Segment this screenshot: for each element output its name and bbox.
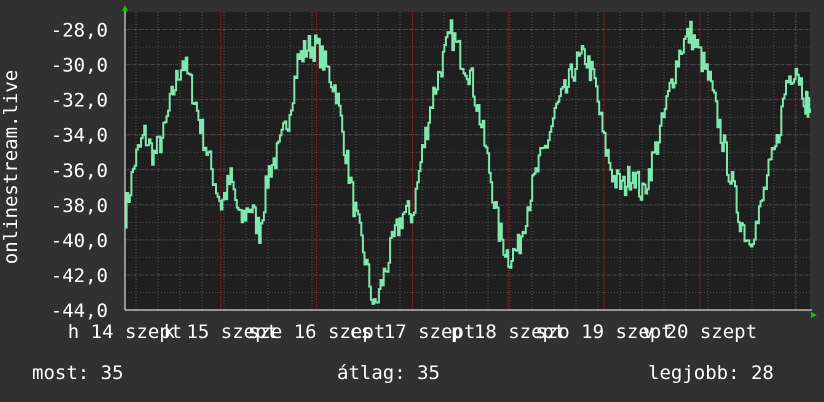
plot-area [125,12,810,310]
y-tick-label: -34,0 [51,125,108,147]
x-axis-ticks: h 14 szeptk 15 szeptsze 16 szeptcs 17 sz… [68,321,757,343]
y-tick-label: -38,0 [51,195,108,217]
average-value: átlag: 35 [337,362,440,384]
y-tick-label: -40,0 [51,230,108,252]
y-tick-label: -28,0 [51,20,108,42]
y-tick-label: -44,0 [51,300,108,322]
y-axis-label: onlinestream.live [0,70,22,264]
best-value: legjobb: 28 [648,362,774,384]
chart: -28,0 -30,0 -32,0 -34,0 -36,0 -38,0 -40,0 -42,0… [0,0,824,402]
y-tick-label: -30,0 [51,55,108,77]
y-axis-ticks: -28,0 -30,0 -32,0 -34,0 -36,0 -38,0 -40,0 -42,0… [51,20,108,322]
y-tick-label: -42,0 [51,265,108,287]
current-value: most: 35 [32,362,124,384]
x-tick-label: v 20 szept [643,321,757,343]
y-tick-label: -32,0 [51,90,108,112]
y-tick-label: -36,0 [51,160,108,182]
